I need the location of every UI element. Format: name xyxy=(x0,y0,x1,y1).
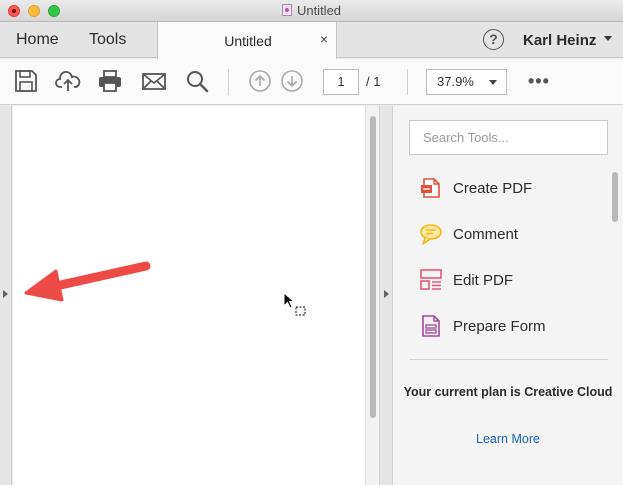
tab-document-label: Untitled xyxy=(224,33,272,49)
help-icon[interactable]: ? xyxy=(483,29,504,50)
zoom-value: 37.9% xyxy=(437,74,474,89)
tools-scrollbar-thumb[interactable] xyxy=(612,172,618,222)
tool-item-edit-pdf[interactable]: Edit PDF xyxy=(409,262,608,302)
tool-label: Prepare Form xyxy=(453,318,546,335)
toolbar-separator xyxy=(228,69,229,95)
tool-label: Create PDF xyxy=(453,180,533,197)
tools-scrollbar[interactable] xyxy=(611,172,619,362)
search-icon[interactable] xyxy=(184,69,210,93)
window-title-text: Untitled xyxy=(296,3,342,18)
window-titlebar: Untitled xyxy=(0,0,623,22)
tool-item-prepare-form[interactable]: Prepare Form xyxy=(409,308,608,348)
user-name[interactable]: Karl Heinz xyxy=(523,32,596,49)
email-icon[interactable] xyxy=(141,69,167,93)
next-page-icon[interactable] xyxy=(279,69,305,93)
tab-document[interactable]: Untitled × xyxy=(157,22,337,59)
mouse-cursor-icon xyxy=(283,292,306,316)
tab-home[interactable]: Home xyxy=(16,31,59,49)
tool-label: Edit PDF xyxy=(453,272,514,289)
plan-text: Your current plan is Creative Cloud xyxy=(403,385,613,399)
tools-pane: Create PDF Comment Edit PDF xyxy=(393,106,623,485)
upload-cloud-icon[interactable] xyxy=(55,69,81,93)
close-icon[interactable]: × xyxy=(320,31,328,47)
learn-more-link[interactable]: Learn More xyxy=(393,432,623,446)
edit-pdf-icon xyxy=(420,269,442,290)
window-title: Untitled xyxy=(0,3,623,18)
tool-item-comment[interactable]: Comment xyxy=(409,216,608,256)
tab-bar: Home Tools Untitled × ? Karl Heinz xyxy=(0,22,623,59)
search-tools-input[interactable] xyxy=(409,120,608,155)
page-total: / 1 xyxy=(366,74,381,89)
create-pdf-icon xyxy=(421,178,440,198)
toolbar: 1 / 1 37.9% ••• xyxy=(0,59,623,105)
collapse-right-pane-icon[interactable] xyxy=(384,290,389,298)
document-scrollbar-thumb[interactable] xyxy=(370,116,376,418)
page-number-input[interactable]: 1 xyxy=(323,69,359,95)
toolbar-separator xyxy=(407,69,408,95)
chevron-down-icon[interactable] xyxy=(604,36,612,41)
more-options-icon[interactable]: ••• xyxy=(528,71,550,92)
document-icon xyxy=(281,4,292,16)
annotation-arrow-icon xyxy=(24,261,151,302)
expand-left-pane-icon[interactable] xyxy=(3,290,8,298)
tab-tools[interactable]: Tools xyxy=(89,31,126,49)
right-pane-strip[interactable] xyxy=(379,106,393,485)
zoom-select[interactable]: 37.9% xyxy=(426,69,507,95)
chevron-down-icon xyxy=(489,80,497,85)
tool-item-create-pdf[interactable]: Create PDF xyxy=(409,170,608,210)
prepare-form-icon xyxy=(422,315,440,337)
previous-page-icon[interactable] xyxy=(247,69,273,93)
save-icon[interactable] xyxy=(13,69,39,93)
comment-icon xyxy=(420,224,442,245)
document-scrollbar[interactable] xyxy=(365,106,379,485)
tool-list: Create PDF Comment Edit PDF Prepare Form xyxy=(409,170,608,360)
print-icon[interactable] xyxy=(97,69,123,93)
left-pane-strip[interactable] xyxy=(0,106,12,485)
tool-label: Comment xyxy=(453,226,519,243)
